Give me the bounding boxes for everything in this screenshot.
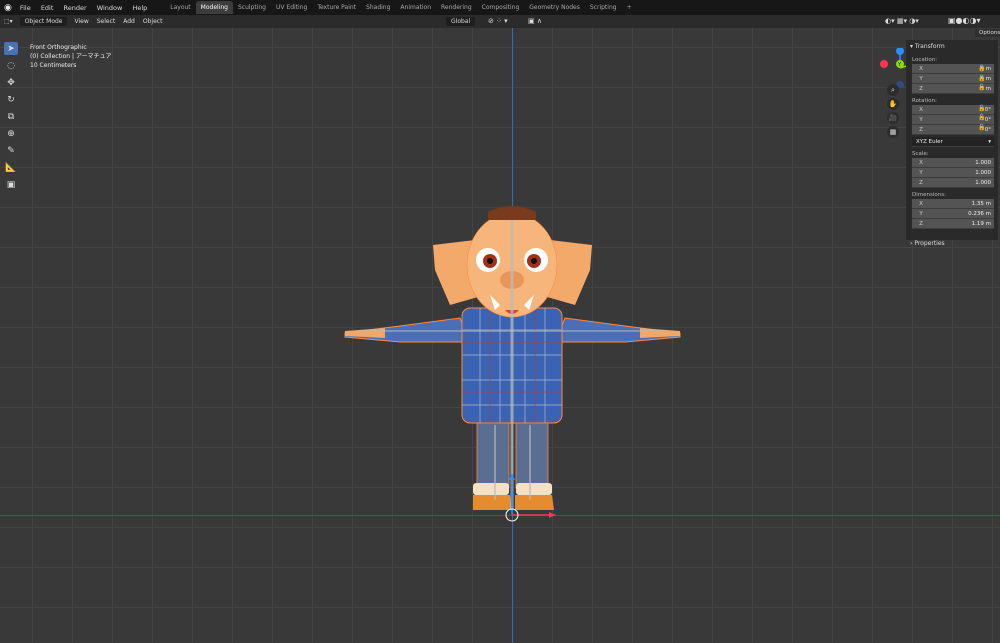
tab-uv-editing[interactable]: UV Editing — [271, 1, 312, 14]
cursor-tool-icon[interactable]: ◌ — [4, 59, 18, 72]
tab-sculpting[interactable]: Sculpting — [233, 1, 271, 14]
dimensions-y-field[interactable]: Y 0.236 m — [912, 209, 994, 219]
scale-x-field[interactable]: X 1.000 — [912, 158, 994, 168]
snap-icon[interactable]: ▣ ∧ — [528, 17, 542, 25]
location-label: Location: — [912, 57, 938, 63]
add-workspace-button[interactable]: + — [622, 1, 637, 14]
rotate-tool-icon[interactable]: ↻ — [4, 93, 18, 106]
pivot-icon[interactable]: ⊘ ⁘ ▾ — [488, 17, 508, 25]
scale-label: Scale: — [912, 151, 929, 157]
blender-logo-icon[interactable]: ◉ — [0, 3, 16, 13]
dimensions-x-field[interactable]: X 1.35 m — [912, 199, 994, 209]
scale-z-field[interactable]: Z 1.000 — [912, 178, 994, 188]
menu-file[interactable]: File — [16, 4, 35, 12]
menu-render[interactable]: Render — [60, 4, 91, 12]
orientation-dropdown[interactable]: Global — [446, 17, 476, 26]
tab-modeling[interactable]: Modeling — [195, 1, 233, 14]
tab-scripting[interactable]: Scripting — [585, 1, 622, 14]
viewport-info: Front Orthographic (0) Collection | アーマチ… — [30, 43, 111, 70]
tab-layout[interactable]: Layout — [165, 1, 195, 14]
workspace-tabs: Layout Modeling Sculpting UV Editing Tex… — [165, 1, 636, 14]
transform-tool-icon[interactable]: ⊕ — [4, 127, 18, 140]
move-tool-icon[interactable]: ✥ — [4, 76, 18, 89]
tab-compositing[interactable]: Compositing — [477, 1, 525, 14]
rotation-mode-dropdown[interactable]: XYZ Euler ▾ — [912, 137, 994, 147]
object-origin-gizmo[interactable] — [500, 465, 560, 525]
dimensions-z-field[interactable]: Z 1.19 m — [912, 219, 994, 229]
select-tool-icon[interactable]: ➤ — [4, 42, 18, 55]
lock-icon[interactable]: 🔓 — [978, 123, 988, 133]
tab-animation[interactable]: Animation — [395, 1, 436, 14]
menu-add[interactable]: Add — [119, 18, 139, 25]
menu-object[interactable]: Object — [139, 18, 167, 25]
scale-tool-icon[interactable]: ⧉ — [4, 110, 18, 123]
menu-help[interactable]: Help — [128, 4, 151, 12]
camera-icon[interactable]: 🎥 — [887, 112, 899, 124]
lock-icon[interactable]: 🔓 — [978, 64, 988, 74]
menu-window[interactable]: Window — [93, 4, 127, 12]
viewport-header: ⬚▾ Object Mode View Select Add Object Gl… — [0, 15, 1000, 28]
visibility-icon[interactable]: ◐▾ ▦▾ ◑▾ — [885, 17, 919, 25]
editor-type-icon[interactable]: ⬚▾ — [0, 18, 17, 25]
zoom-icon[interactable]: ⌕ — [887, 84, 899, 96]
main-menu: File Edit Render Window Help — [16, 4, 151, 12]
dimensions-label: Dimensions: — [912, 192, 946, 198]
annotate-tool-icon[interactable]: ✎ — [4, 144, 18, 157]
options-button[interactable]: Options — [975, 29, 1000, 37]
menu-edit[interactable]: Edit — [37, 4, 58, 12]
grid-ortho-icon[interactable]: ▦ — [887, 126, 899, 138]
collection-info: (0) Collection | アーマチュア — [30, 53, 112, 60]
tab-texture-paint[interactable]: Texture Paint — [312, 1, 361, 14]
transform-header[interactable]: ▾ Transform — [906, 40, 998, 53]
tab-geometry-nodes[interactable]: Geometry Nodes — [524, 1, 585, 14]
tool-shelf: ➤ ◌ ✥ ↻ ⧉ ⊕ ✎ 📐 ▣ — [4, 42, 19, 195]
lock-icon[interactable]: 🔓 — [978, 104, 988, 114]
lock-icon[interactable]: 🔓 — [978, 113, 988, 123]
lock-icon[interactable]: 🔓 — [978, 83, 988, 93]
properties-header[interactable]: › Properties — [906, 237, 998, 250]
lock-icon[interactable]: 🔓 — [978, 74, 988, 84]
grid-scale: 10 Centimeters — [30, 62, 77, 69]
measure-tool-icon[interactable]: 📐 — [4, 161, 18, 174]
view-name: Front Orthographic — [30, 44, 87, 51]
lock-icons: 🔓 🔓 🔓 🔓 🔓 🔓 — [978, 64, 988, 132]
add-cube-tool-icon[interactable]: ▣ — [4, 178, 18, 191]
menu-select[interactable]: Select — [93, 18, 120, 25]
mode-dropdown[interactable]: Object Mode — [19, 17, 68, 26]
scale-y-field[interactable]: Y 1.000 — [912, 168, 994, 178]
pan-icon[interactable]: ✋ — [887, 98, 899, 110]
menu-view[interactable]: View — [70, 18, 92, 25]
tab-shading[interactable]: Shading — [361, 1, 395, 14]
tab-rendering[interactable]: Rendering — [436, 1, 477, 14]
shading-mode-icon[interactable]: ▣●◐◑▾ — [948, 16, 981, 25]
top-bar: ◉ File Edit Render Window Help Layout Mo… — [0, 0, 1000, 15]
